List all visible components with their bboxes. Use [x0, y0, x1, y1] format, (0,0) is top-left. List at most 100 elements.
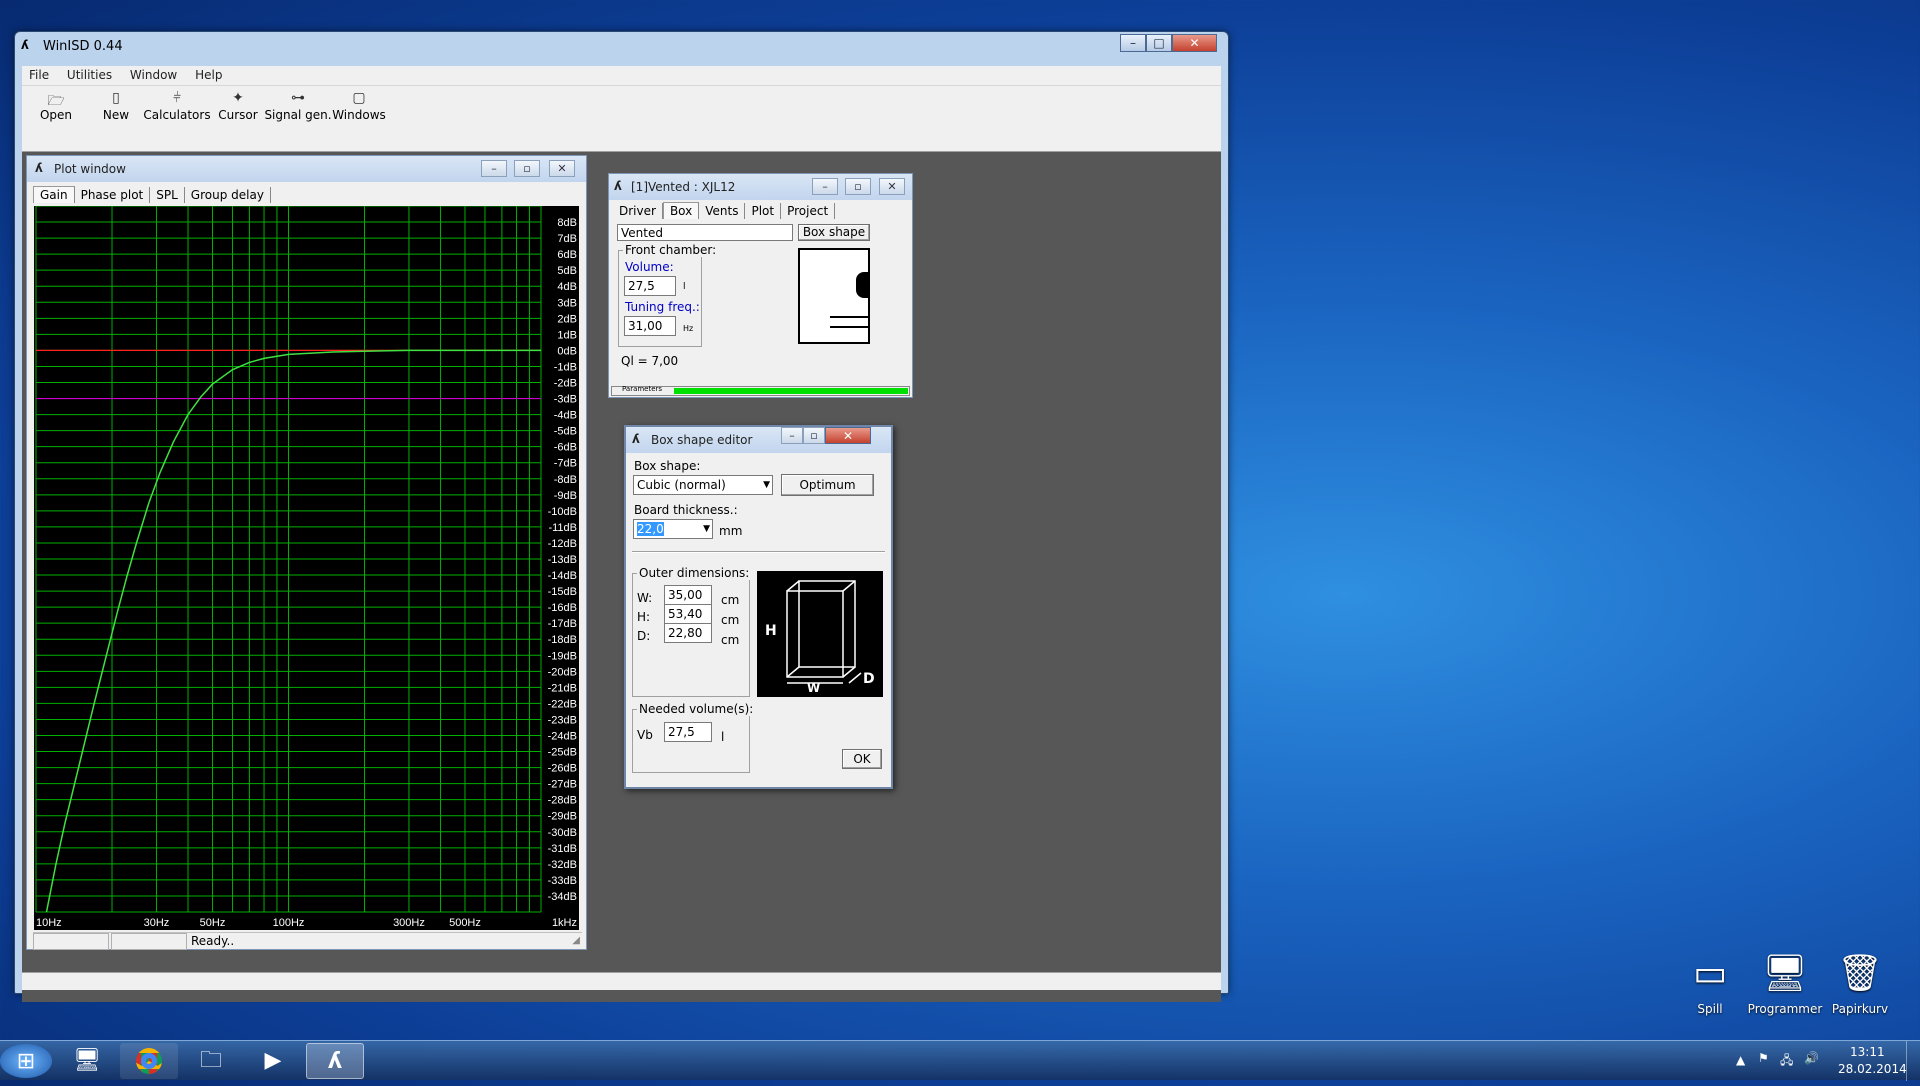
tuning-freq-input[interactable]: 31,00	[624, 316, 676, 336]
open-folder-icon: 🗁	[47, 93, 65, 109]
gain-curve	[45, 349, 541, 913]
box-dimension-diagram: H W D	[757, 571, 883, 697]
menubar: File Utilities Window Help	[22, 66, 1221, 86]
box-editor-icon: ʎ	[632, 432, 640, 446]
plot-close-button[interactable]: ✕	[549, 160, 575, 177]
mdi-client-area: ʎ Plot window – ▫ ✕ Gain Phase plot SPL Gro…	[22, 152, 1221, 1002]
plot-maximize-button[interactable]: ▫	[514, 160, 540, 177]
desktop-icon-papirkurv[interactable]: 🗑 Papirkurv	[1820, 950, 1900, 1016]
clock-date[interactable]: 28.02.2014	[1838, 1062, 1907, 1076]
y-tick-label: -13dB	[548, 554, 577, 566]
y-tick-label: 3dB	[557, 297, 577, 309]
board-thickness-select[interactable]: 22,0 ▼	[633, 519, 713, 539]
desktop-icon-programmer[interactable]: 🖥 Programmer	[1745, 950, 1825, 1016]
depth-unit: cm	[721, 633, 740, 647]
window-title: WinISD 0.44	[43, 39, 123, 54]
vented-close-button[interactable]: ✕	[879, 178, 905, 195]
width-input[interactable]: 35,00	[664, 585, 712, 605]
y-tick-label: -16dB	[548, 602, 577, 614]
taskbar-chrome[interactable]	[120, 1043, 178, 1079]
parameters-label: Parameters	[622, 385, 663, 393]
vented-window-title: [1]Vented : XJL12	[631, 180, 736, 194]
resize-grip-icon[interactable]: ◢	[572, 935, 580, 946]
y-tick-label: -30dB	[548, 827, 577, 839]
vb-input[interactable]: 27,5	[664, 722, 712, 742]
volume-input[interactable]: 27,5	[624, 276, 676, 296]
front-chamber-label: Front chamber:	[623, 243, 719, 257]
volume-icon[interactable]: 🔊	[1804, 1051, 1819, 1065]
box-editor-maximize-button[interactable]: ▫	[803, 427, 825, 444]
toolbar-cursor-button[interactable]: ✦ Cursor	[208, 90, 268, 122]
toolbar-calculators-button[interactable]: ⫩ Calculators	[142, 90, 212, 122]
tab-spl[interactable]: SPL	[150, 187, 185, 203]
taskbar-winisd[interactable]: ʎ	[306, 1043, 364, 1079]
desktop-icon-label: Papirkurv	[1831, 1002, 1889, 1016]
close-button[interactable]: ✕	[1172, 34, 1217, 52]
menu-help[interactable]: Help	[188, 66, 229, 84]
box-type-field[interactable]: Vented	[617, 224, 793, 241]
taskbar-explorer-computer[interactable]: 🖥	[58, 1043, 116, 1079]
desktop-icon-spill[interactable]: ▭ Spill	[1670, 950, 1750, 1016]
tab-plot[interactable]: Plot	[745, 203, 782, 219]
show-hidden-icons-icon[interactable]: ▲	[1736, 1053, 1745, 1067]
vent-line-top	[830, 316, 868, 318]
start-button[interactable]: ⊞	[0, 1044, 52, 1078]
network-icon[interactable]: 🖧	[1780, 1051, 1793, 1072]
toolbar-open-button[interactable]: 🗁 Open	[26, 90, 86, 122]
plot-tabs: Gain Phase plot SPL Group delay	[33, 186, 271, 206]
height-input[interactable]: 53,40	[664, 604, 712, 624]
vented-minimize-button[interactable]: –	[812, 178, 838, 195]
y-tick-label: -19dB	[548, 650, 577, 662]
box-shape-label: Box shape:	[634, 459, 701, 473]
y-tick-label: 2dB	[557, 313, 577, 325]
menu-window[interactable]: Window	[123, 66, 184, 84]
tab-vents[interactable]: Vents	[699, 203, 746, 219]
y-tick-label: 0dB	[557, 345, 577, 357]
clock-time[interactable]: 13:11	[1850, 1045, 1885, 1059]
minimize-button[interactable]: –	[1120, 34, 1146, 52]
toolbar-new-button[interactable]: ▯ New	[86, 90, 146, 122]
taskbar-media-player[interactable]: ▶	[244, 1043, 302, 1079]
plot-window-icon: ʎ	[35, 161, 43, 175]
status-cell-2	[111, 933, 187, 950]
status-text: Ready..	[191, 934, 235, 948]
tab-project[interactable]: Project	[781, 203, 836, 219]
toolbar-windows-button[interactable]: ▢ Windows	[329, 90, 389, 122]
tab-gain[interactable]: Gain	[33, 186, 75, 203]
plot-minimize-button[interactable]: –	[481, 160, 507, 177]
games-icon: ▭	[1692, 953, 1727, 994]
main-statusbar	[22, 972, 1221, 990]
tab-phase-plot[interactable]: Phase plot	[75, 187, 151, 203]
parameters-bar: Parameters	[611, 385, 910, 396]
y-tick-label: -10dB	[548, 506, 577, 518]
speaker-driver-icon	[856, 272, 870, 298]
gain-plot[interactable]: 8dB 7dB 6dB 5dB 4dB 3dB 2dB 1dB 0dB -1dB -2dB -3dB -…	[34, 206, 579, 930]
y-tick-label: 5dB	[557, 265, 577, 277]
box-shape-value: Cubic (normal)	[637, 478, 726, 492]
taskbar-file-explorer[interactable]: 🗀	[182, 1043, 240, 1079]
show-desktop-button[interactable]	[1906, 1041, 1920, 1081]
toolbar-signal-gen-button[interactable]: ⊶ Signal gen.	[263, 90, 333, 122]
action-center-flag-icon[interactable]: ⚑	[1758, 1051, 1769, 1065]
parameters-progress	[674, 388, 908, 394]
box-editor-minimize-button[interactable]: –	[781, 427, 803, 444]
depth-input[interactable]: 22,80	[664, 623, 712, 643]
box-shape-button[interactable]: Box shape	[798, 224, 870, 241]
optimum-button[interactable]: Optimum	[781, 474, 874, 496]
box-editor-titlebar: ʎ Box shape editor – ▫ ✕	[626, 427, 891, 453]
box-shape-select[interactable]: Cubic (normal) ▼	[633, 475, 773, 495]
maximize-button[interactable]: □	[1146, 34, 1172, 52]
box-editor-close-button[interactable]: ✕	[825, 427, 871, 444]
x-tick-label: 50Hz	[200, 917, 226, 929]
menu-utilities[interactable]: Utilities	[60, 66, 119, 84]
tab-group-delay[interactable]: Group delay	[185, 187, 271, 203]
menu-file[interactable]: File	[22, 66, 56, 84]
board-thickness-unit: mm	[719, 524, 743, 538]
ok-button[interactable]: OK	[842, 749, 882, 769]
tab-box[interactable]: Box	[662, 202, 700, 219]
width-label: W:	[637, 591, 653, 605]
y-tick-label: -12dB	[548, 538, 577, 550]
tab-driver[interactable]: Driver	[613, 203, 663, 219]
vented-maximize-button[interactable]: ▫	[845, 178, 871, 195]
width-unit: cm	[721, 593, 740, 607]
